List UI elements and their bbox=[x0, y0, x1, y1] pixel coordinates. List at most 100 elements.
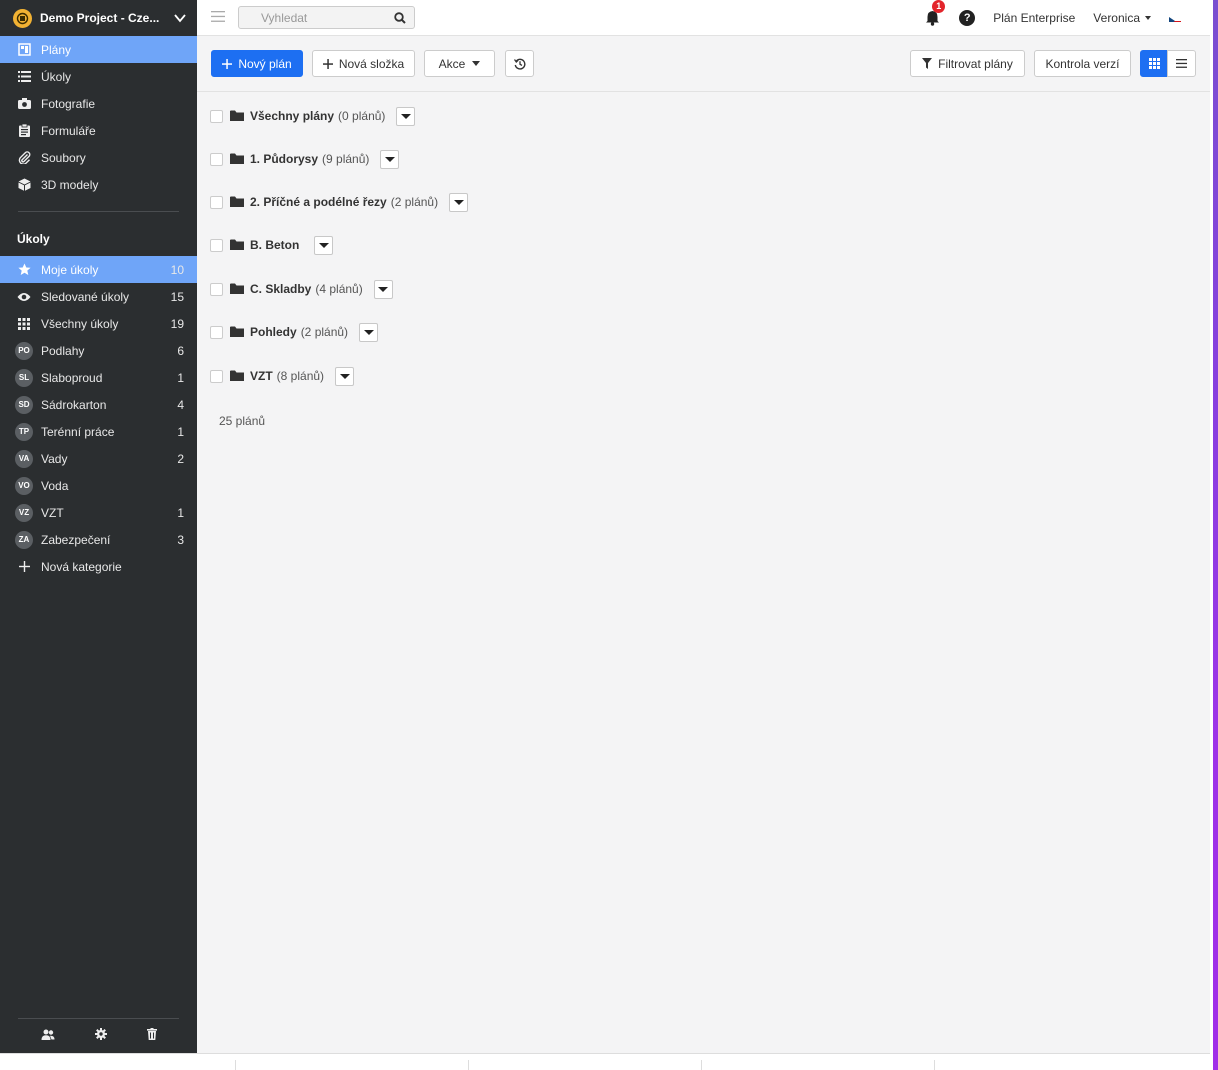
folder-name[interactable]: 2. Příčné a podélné řezy bbox=[250, 195, 387, 209]
category-avatar: VZ bbox=[15, 503, 33, 522]
sidebar-item-count: 10 bbox=[170, 262, 184, 277]
folder-menu-button[interactable] bbox=[380, 149, 400, 169]
hamburger-menu-icon[interactable] bbox=[211, 10, 225, 25]
folder-checkbox[interactable] bbox=[210, 369, 223, 383]
desktop-background-strip bbox=[1210, 0, 1218, 1070]
nav-files[interactable]: Soubory bbox=[0, 144, 197, 171]
sidebar-item-category[interactable]: ZA Zabezpečení 3 bbox=[0, 526, 197, 553]
sidebar-item-count: 1 bbox=[177, 505, 184, 520]
folder-checkbox[interactable] bbox=[210, 109, 223, 123]
plan-enterprise-link[interactable]: Plán Enterprise bbox=[993, 11, 1075, 25]
sidebar-item-count: 15 bbox=[170, 289, 184, 304]
caret-down-icon bbox=[472, 61, 481, 66]
project-name: Demo Project - Cze... bbox=[40, 11, 160, 25]
sidebar-item-watched-tasks[interactable]: Sledované úkoly 15 bbox=[0, 283, 197, 310]
sidebar-item-count: 6 bbox=[177, 343, 184, 358]
category-avatar: SD bbox=[15, 395, 33, 414]
sidebar-item-my-tasks[interactable]: Moje úkoly 10 bbox=[0, 256, 197, 283]
folder-row[interactable]: Pohledy (2 plánů) bbox=[210, 322, 379, 342]
folder-menu-button[interactable] bbox=[359, 322, 379, 342]
folder-icon bbox=[230, 283, 244, 295]
folder-name[interactable]: Pohledy bbox=[250, 325, 297, 339]
list-icon bbox=[16, 69, 32, 85]
nav-tasks[interactable]: Úkoly bbox=[0, 63, 197, 90]
folder-menu-button[interactable] bbox=[396, 106, 416, 126]
search-input[interactable]: Vyhledat bbox=[238, 6, 415, 29]
search-icon[interactable] bbox=[394, 11, 406, 24]
folder-menu-button[interactable] bbox=[449, 192, 469, 212]
users-icon[interactable] bbox=[41, 1029, 55, 1043]
new-plan-button[interactable]: Nový plán bbox=[211, 50, 303, 77]
top-bar: Vyhledat 1 ? Plán Enterprise Veronica bbox=[197, 0, 1210, 36]
clipboard-icon bbox=[16, 123, 32, 139]
category-avatar: TP bbox=[15, 422, 33, 441]
czech-flag-icon[interactable] bbox=[1169, 14, 1181, 22]
gear-icon[interactable] bbox=[94, 1028, 107, 1043]
folder-row[interactable]: 1. Půdorysy (9 plánů) bbox=[210, 149, 400, 169]
folder-name[interactable]: C. Skladby bbox=[250, 282, 311, 296]
list-view-button[interactable] bbox=[1167, 50, 1196, 77]
nav-plans[interactable]: Plány bbox=[0, 36, 197, 63]
nav-3d-models[interactable]: 3D modely bbox=[0, 171, 197, 198]
folder-row[interactable]: VZT (8 plánů) bbox=[210, 366, 355, 386]
sidebar-item-category[interactable]: SD Sádrokarton 4 bbox=[0, 391, 197, 418]
history-button[interactable] bbox=[505, 50, 534, 77]
caret-down-icon bbox=[400, 113, 411, 119]
sidebar-item-all-tasks[interactable]: Všechny úkoly 19 bbox=[0, 310, 197, 337]
sidebar-item-count: 19 bbox=[170, 316, 184, 331]
folder-count: (8 plánů) bbox=[276, 369, 325, 383]
folder-row[interactable]: C. Skladby (4 plánů) bbox=[210, 279, 393, 299]
folder-count: (2 plánů) bbox=[390, 195, 439, 209]
user-menu[interactable]: Veronica bbox=[1093, 11, 1151, 25]
new-folder-button[interactable]: Nová složka bbox=[312, 50, 415, 77]
history-icon bbox=[513, 58, 526, 70]
caret-down-icon bbox=[453, 199, 464, 205]
folder-checkbox[interactable] bbox=[210, 325, 223, 339]
trash-icon[interactable] bbox=[146, 1028, 157, 1043]
folder-menu-button[interactable] bbox=[314, 235, 334, 255]
folder-row[interactable]: Všechny plány (0 plánů) bbox=[210, 106, 416, 126]
folder-checkbox[interactable] bbox=[210, 238, 223, 252]
filter-plans-button[interactable]: Filtrovat plány bbox=[910, 50, 1025, 77]
project-switcher[interactable]: Demo Project - Cze... bbox=[0, 0, 197, 36]
version-check-button[interactable]: Kontrola verzí bbox=[1034, 50, 1131, 77]
sidebar-item-category[interactable]: TP Terénní práce 1 bbox=[0, 418, 197, 445]
sidebar-item-category[interactable]: VA Vady 2 bbox=[0, 445, 197, 472]
sidebar-item-category[interactable]: VO Voda bbox=[0, 472, 197, 499]
sidebar-item-count: 1 bbox=[177, 424, 184, 439]
sidebar-item-count: 1 bbox=[177, 370, 184, 385]
folder-name[interactable]: Všechny plány bbox=[250, 109, 334, 123]
sidebar-item-category[interactable]: VZ VZT 1 bbox=[0, 499, 197, 526]
folder-row[interactable]: B. Beton bbox=[210, 235, 334, 255]
plans-icon bbox=[16, 42, 32, 58]
plans-content: Všechny plány (0 plánů) 1. Půdorysy (9 p… bbox=[197, 92, 1210, 1053]
nav-forms[interactable]: Formuláře bbox=[0, 117, 197, 144]
folder-menu-button[interactable] bbox=[335, 366, 355, 386]
chevron-down-icon[interactable] bbox=[173, 11, 187, 25]
sidebar-item-category[interactable]: SL Slaboproud 1 bbox=[0, 364, 197, 391]
grid-view-button[interactable] bbox=[1140, 50, 1168, 77]
new-plan-label: Nový plán bbox=[238, 56, 292, 71]
folder-checkbox[interactable] bbox=[210, 152, 223, 166]
folder-name[interactable]: 1. Půdorysy bbox=[250, 152, 318, 166]
filter-icon bbox=[922, 58, 933, 69]
sidebar-item-label: Zabezpečení bbox=[41, 532, 111, 547]
caret-down-icon bbox=[384, 156, 395, 162]
caret-down-icon bbox=[363, 329, 374, 335]
sidebar-item-label: Voda bbox=[41, 478, 69, 493]
folder-name[interactable]: VZT bbox=[250, 369, 273, 383]
sidebar-item-category[interactable]: PO Podlahy 6 bbox=[0, 337, 197, 364]
folder-checkbox[interactable] bbox=[210, 282, 223, 296]
folder-menu-button[interactable] bbox=[373, 279, 393, 299]
new-category-button[interactable]: Nová kategorie bbox=[0, 553, 197, 580]
sidebar-item-label: Všechny úkoly bbox=[41, 316, 119, 331]
bottom-bar bbox=[0, 1053, 1210, 1070]
folder-checkbox[interactable] bbox=[210, 195, 223, 209]
folder-name[interactable]: B. Beton bbox=[250, 238, 299, 252]
search-placeholder: Vyhledat bbox=[261, 10, 308, 25]
folder-row[interactable]: 2. Příčné a podélné řezy (2 plánů) bbox=[210, 192, 469, 212]
nav-photos[interactable]: Fotografie bbox=[0, 90, 197, 117]
notifications-button[interactable]: 1 bbox=[925, 0, 946, 26]
help-icon[interactable]: ? bbox=[959, 9, 976, 26]
actions-dropdown[interactable]: Akce bbox=[424, 50, 495, 77]
